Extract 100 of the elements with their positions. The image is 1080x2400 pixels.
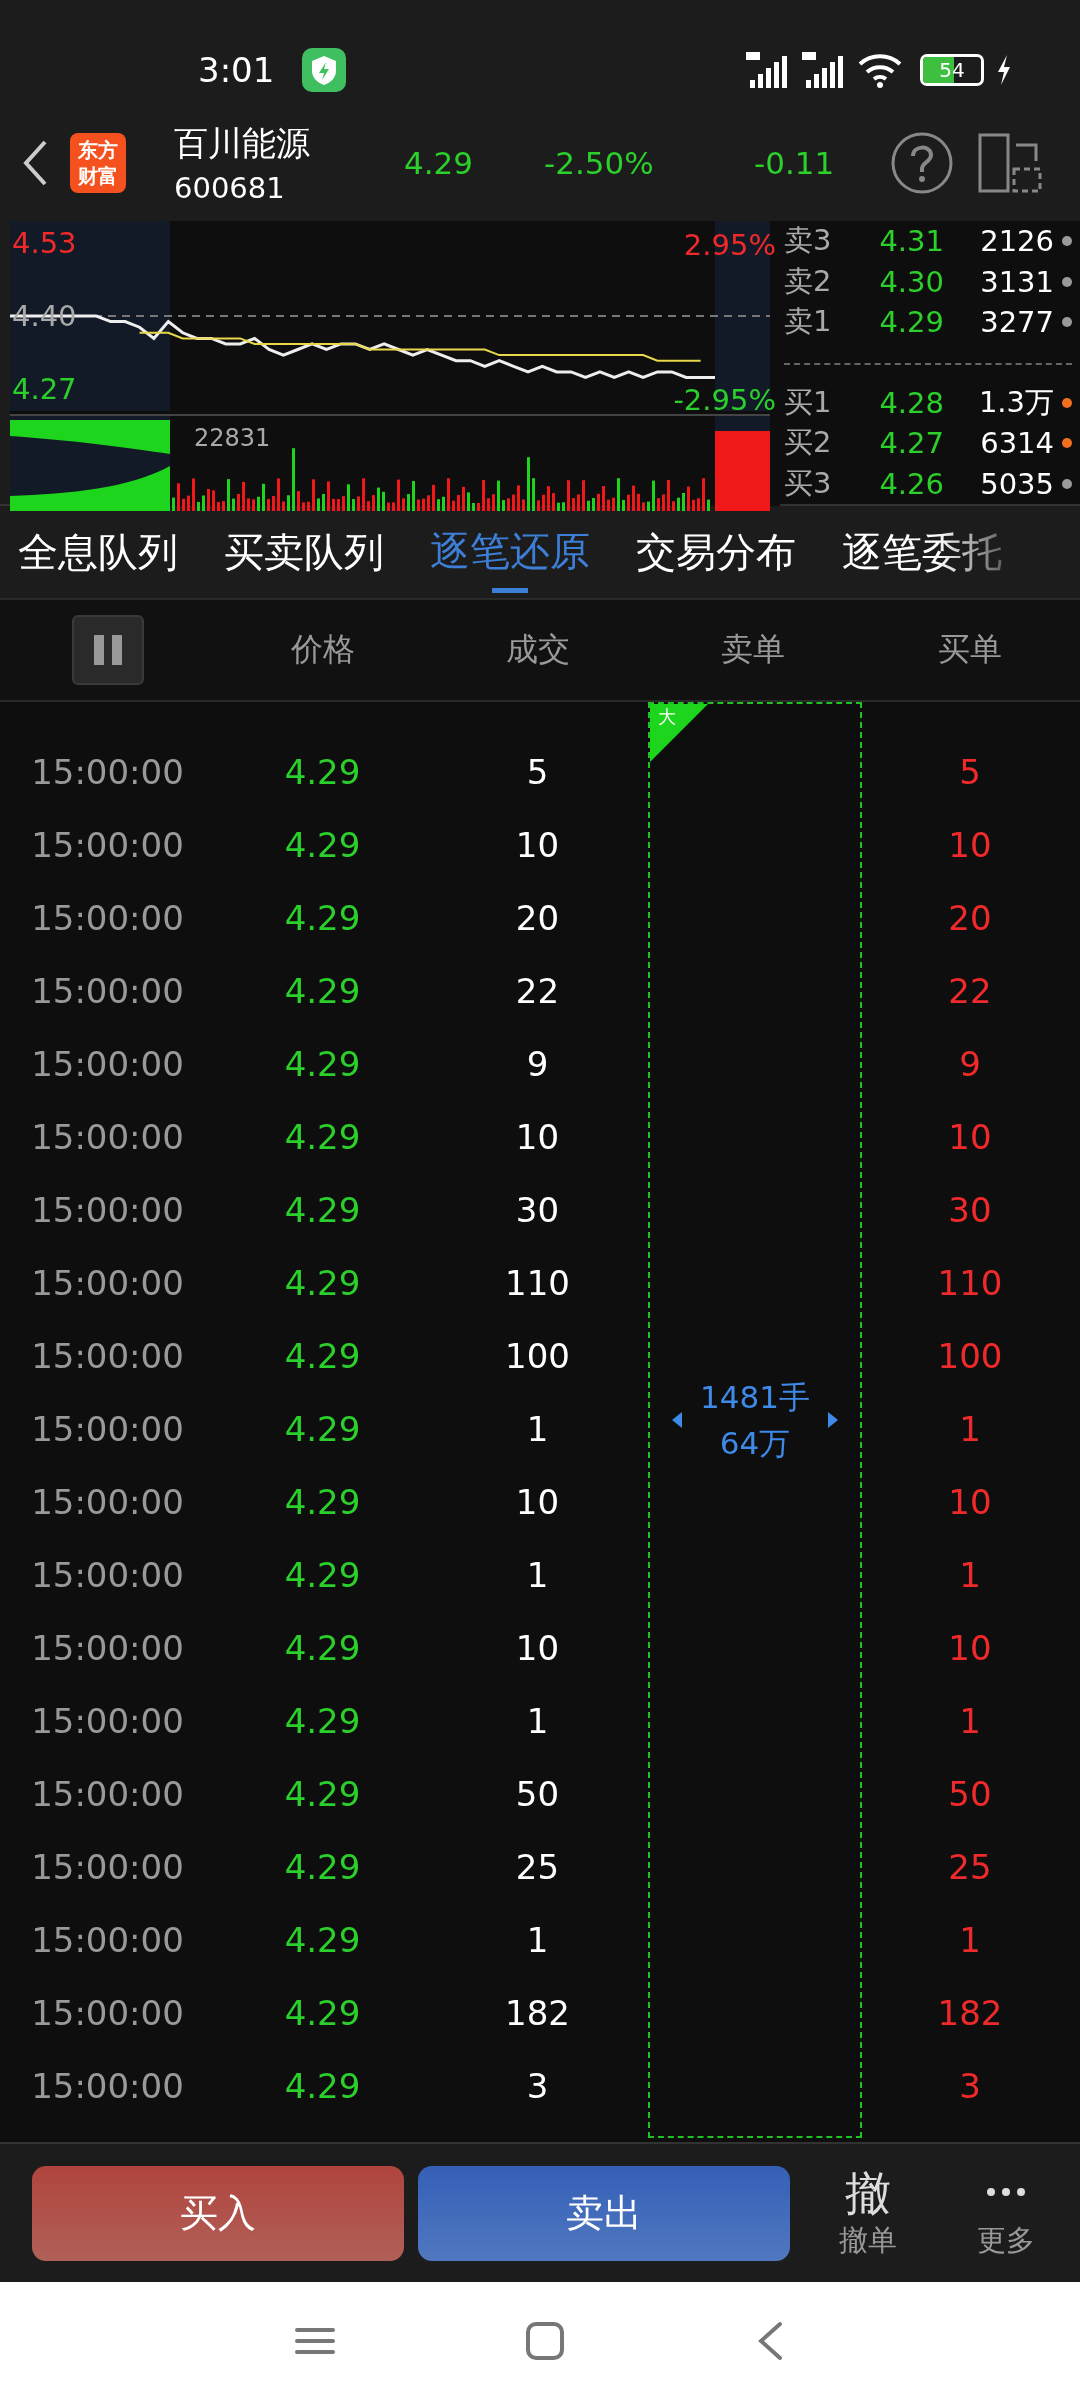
table-cell-text: 15:00:00 — [30, 1919, 185, 1960]
table-cell-text: 4.29 — [283, 1408, 362, 1449]
table-cell-text: 182 — [504, 1992, 571, 2033]
table-cell-text: 4.29 — [283, 2065, 362, 2106]
buy-button[interactable]: 买入 — [32, 2165, 404, 2261]
y-axis-label: 4.53 — [12, 227, 77, 260]
order-level: 卖3 — [784, 222, 833, 260]
order-volume: 3277 — [979, 305, 1054, 340]
home-icon[interactable] — [525, 2321, 565, 2361]
order-level: 买1 — [784, 383, 833, 421]
table-cell-text: 15:00:00 — [30, 970, 185, 1011]
table-cell-text: 10 — [514, 1116, 561, 1157]
table-cell-text: 15:00:00 — [30, 1116, 185, 1157]
order-volume: 3131 — [979, 264, 1054, 299]
cancel-icon: 撤 — [845, 2165, 891, 2221]
table-cell-text: 4.29 — [283, 1846, 362, 1887]
right-arrow-icon[interactable] — [827, 1412, 838, 1428]
split-screen-icon[interactable] — [978, 131, 1042, 195]
signal-icon — [802, 50, 846, 90]
wifi-icon — [858, 52, 902, 88]
order-volume: 6314 — [979, 426, 1054, 461]
y-axis-label: 4.27 — [12, 372, 77, 405]
tab[interactable]: 逐笔委托 — [842, 512, 1002, 592]
charging-icon — [996, 55, 1012, 85]
table-cell-text: 9 — [958, 1043, 982, 1084]
table-cell-text: 15:00:00 — [30, 1189, 185, 1230]
order-size-tag: 大 — [650, 704, 708, 762]
order-level: 卖1 — [784, 303, 833, 341]
lot-count: 1481手 — [700, 1378, 810, 1417]
table-cell-text: 4.29 — [283, 824, 362, 865]
table-cell-text: 25 — [514, 1846, 561, 1887]
table-cell-text: 110 — [504, 1262, 571, 1303]
stock-name: 百川能源 — [174, 122, 311, 165]
table-cell-text: 1 — [958, 1700, 982, 1741]
table-cell-text: 20 — [947, 897, 993, 938]
table-cell-text: 1 — [525, 1700, 550, 1741]
table-cell-text: 1 — [958, 1408, 982, 1449]
last-price: 4.29 — [404, 145, 475, 181]
help-icon[interactable] — [890, 131, 954, 195]
table-cell-text: 20 — [514, 897, 561, 938]
cancel-button[interactable]: 撤 撤单 — [808, 2165, 928, 2261]
table-cell-text: 4.29 — [283, 1481, 362, 1522]
column-header: 成交 — [505, 629, 570, 670]
table-cell-text: 4.29 — [283, 1262, 362, 1303]
tab[interactable]: 全息队列 — [18, 512, 178, 592]
table-cell-text: 4.29 — [283, 1189, 362, 1230]
table-cell-text: 4.29 — [283, 1627, 362, 1668]
table-cell-text: 4.29 — [283, 1919, 362, 1960]
table-cell-text: 10 — [514, 824, 561, 865]
menu-icon[interactable] — [295, 2326, 335, 2356]
tab[interactable]: 交易分布 — [636, 512, 796, 592]
order-volume: 2126 — [979, 224, 1054, 259]
cancel-label: 撤单 — [839, 2222, 897, 2259]
column-header: 买单 — [938, 629, 1002, 670]
table-cell-text: 10 — [947, 1627, 993, 1668]
app-logo: 东方财富 — [70, 133, 126, 193]
table-cell-text: 50 — [947, 1773, 993, 1814]
order-price: 4.29 — [878, 305, 944, 340]
table-cell-text: 3 — [525, 2065, 550, 2106]
table-cell-text: 15:00:00 — [30, 897, 185, 938]
clock: 3:01 — [198, 50, 275, 90]
more-button[interactable]: 更多 — [946, 2165, 1066, 2261]
more-icon — [986, 2187, 1026, 2197]
signal-icon — [746, 50, 790, 90]
table-cell-text: 4.29 — [283, 1116, 362, 1157]
table-cell-text: 4.29 — [283, 1554, 362, 1595]
table-cell-text: 15:00:00 — [30, 1773, 185, 1814]
table-cell-text: 22 — [947, 970, 993, 1011]
table-cell-text: 110 — [936, 1262, 1004, 1303]
table-cell-text: 25 — [947, 1846, 993, 1887]
table-cell-text: 4.29 — [283, 1700, 362, 1741]
column-header: 卖单 — [720, 629, 785, 670]
table-cell-text: 15:00:00 — [30, 1043, 185, 1084]
low-percent-label: -2.95% — [673, 384, 776, 416]
stock-code: 600681 — [174, 171, 286, 205]
order-price: 4.26 — [878, 466, 944, 501]
table-cell-text: 1 — [525, 1408, 550, 1449]
volume-label: 22831 — [194, 423, 271, 454]
order-volume: 5035 — [979, 466, 1054, 501]
table-cell-text: 30 — [947, 1189, 993, 1230]
order-price: 4.30 — [878, 264, 944, 299]
table-cell-text: 15:00:00 — [30, 1554, 185, 1595]
table-cell-text: 1 — [958, 1554, 982, 1595]
table-cell-text: 1 — [958, 1919, 982, 1960]
more-label: 更多 — [977, 2222, 1035, 2259]
table-cell-text: 1 — [525, 1919, 550, 1960]
table-cell-text: 15:00:00 — [30, 1846, 185, 1887]
sell-button[interactable]: 卖出 — [418, 2165, 790, 2261]
left-arrow-icon[interactable] — [672, 1412, 683, 1428]
change-percent: -2.50% — [544, 145, 655, 181]
table-cell-text: 4.29 — [283, 1335, 362, 1376]
pause-button[interactable] — [72, 615, 144, 685]
table-cell-text: 4.29 — [283, 1773, 362, 1814]
table-cell-text: 15:00:00 — [30, 1481, 185, 1522]
table-cell-text: 50 — [514, 1773, 561, 1814]
table-cell-text: 4.29 — [283, 1043, 362, 1084]
table-cell-text: 4.29 — [283, 897, 362, 938]
table-cell-text: 15:00:00 — [30, 2065, 185, 2106]
table-cell-text: 15:00:00 — [30, 1335, 185, 1376]
tab[interactable]: 买卖队列 — [224, 512, 384, 592]
